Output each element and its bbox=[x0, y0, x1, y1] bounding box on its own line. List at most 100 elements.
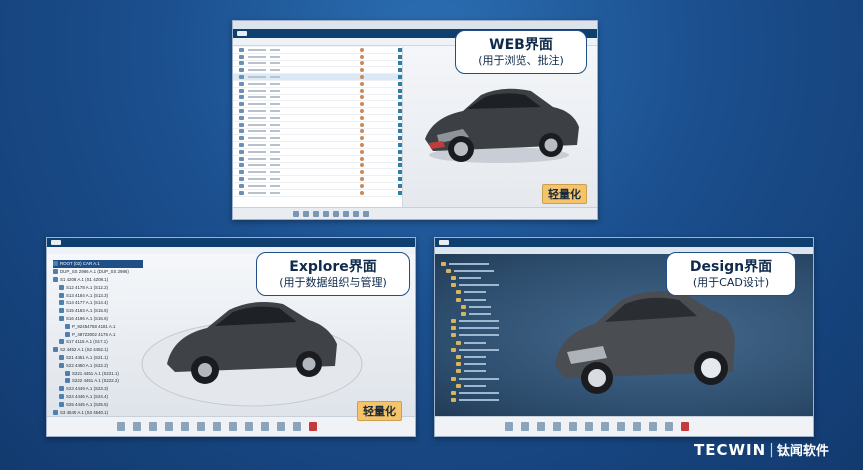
tree-item[interactable]: S14 4177 A.1 (S14.4) bbox=[53, 299, 143, 307]
tree-item[interactable] bbox=[441, 296, 551, 303]
tool-icon[interactable] bbox=[553, 422, 561, 431]
tree-item[interactable]: S12 4178 A.1 (S12.2) bbox=[53, 283, 143, 291]
web-bottom-toolbar[interactable] bbox=[233, 207, 597, 219]
tree-item[interactable] bbox=[441, 289, 551, 296]
tool-icon[interactable] bbox=[165, 422, 173, 431]
tree-item[interactable] bbox=[441, 361, 551, 368]
tool-icon[interactable] bbox=[505, 422, 513, 431]
table-row[interactable] bbox=[233, 108, 402, 115]
table-row[interactable] bbox=[233, 61, 402, 68]
tree-item[interactable]: S16 4196 A.1 (S16.6) bbox=[53, 315, 143, 323]
tree-item[interactable] bbox=[441, 318, 551, 325]
tool-icon[interactable] bbox=[303, 210, 309, 217]
tree-item[interactable]: DUP_SS 2986 A.1 (DUP_SS 2986) bbox=[53, 268, 143, 276]
table-row[interactable] bbox=[233, 115, 402, 122]
tool-icon[interactable] bbox=[293, 422, 301, 431]
table-row[interactable] bbox=[233, 169, 402, 177]
table-row[interactable] bbox=[233, 88, 402, 95]
tree-item[interactable]: S2 4452 A.1 (S2 4452.1) bbox=[53, 346, 143, 354]
tree-item[interactable]: S23 4449 A.1 (S23.3) bbox=[53, 385, 143, 393]
tool-icon[interactable] bbox=[213, 422, 221, 431]
tree-item[interactable]: S1 4208 A.1 (S1 4208.1) bbox=[53, 276, 143, 284]
tool-icon[interactable] bbox=[363, 210, 369, 217]
tool-icon[interactable] bbox=[333, 210, 339, 217]
tree-item[interactable] bbox=[441, 303, 551, 310]
tool-icon[interactable] bbox=[277, 422, 285, 431]
table-row[interactable] bbox=[233, 163, 402, 170]
tree-item[interactable] bbox=[441, 382, 551, 389]
table-row[interactable] bbox=[233, 129, 402, 136]
table-row[interactable] bbox=[233, 101, 402, 109]
tool-icon[interactable] bbox=[229, 422, 237, 431]
explore-callout: Explore界面 (用于数据组织与管理) bbox=[256, 252, 410, 296]
tool-icon[interactable] bbox=[537, 422, 545, 431]
table-row[interactable] bbox=[233, 47, 402, 54]
table-row[interactable] bbox=[233, 74, 402, 81]
tool-icon[interactable] bbox=[521, 422, 529, 431]
tree-item[interactable] bbox=[441, 339, 551, 346]
tree-item[interactable]: S22 4450 A.1 (S22.2) bbox=[53, 361, 143, 369]
callout-title: Explore界面 bbox=[289, 258, 377, 275]
tree-item[interactable]: S221 4451 A.1 (S221.1) bbox=[53, 369, 143, 377]
tool-icon[interactable] bbox=[585, 422, 593, 431]
tree-item[interactable] bbox=[441, 282, 551, 289]
tree-item[interactable]: S25 4445 A.1 (S25.5) bbox=[53, 400, 143, 408]
tree-item[interactable]: S17 4115 A.1 (S17.1) bbox=[53, 338, 143, 346]
tool-icon[interactable] bbox=[617, 422, 625, 431]
tool-icon[interactable] bbox=[633, 422, 641, 431]
table-row[interactable] bbox=[233, 142, 402, 149]
tree-item[interactable]: P_92454758 4181 A.1 bbox=[53, 322, 143, 330]
tree-item[interactable] bbox=[441, 310, 551, 317]
table-row[interactable] bbox=[233, 54, 402, 61]
table-row[interactable] bbox=[233, 135, 402, 143]
tool-icon[interactable] bbox=[117, 422, 125, 431]
tool-icon[interactable] bbox=[261, 422, 269, 431]
tool-icon[interactable] bbox=[569, 422, 577, 431]
browser-tab-bar[interactable] bbox=[233, 21, 597, 29]
tool-icon[interactable] bbox=[149, 422, 157, 431]
table-row[interactable] bbox=[233, 81, 402, 88]
table-row[interactable] bbox=[233, 67, 402, 75]
tree-item[interactable]: S222 4451 A.1 (S222.2) bbox=[53, 377, 143, 385]
tool-icon[interactable] bbox=[293, 210, 299, 217]
tool-icon[interactable] bbox=[665, 422, 673, 431]
tree-item[interactable]: S21 4451 A.1 (S21.1) bbox=[53, 354, 143, 362]
tree-item[interactable] bbox=[441, 346, 551, 353]
close-icon[interactable] bbox=[681, 422, 689, 431]
tree-item[interactable] bbox=[441, 389, 551, 396]
table-row[interactable] bbox=[233, 176, 402, 183]
close-icon[interactable] bbox=[309, 422, 317, 431]
table-row[interactable] bbox=[233, 183, 402, 190]
table-row[interactable] bbox=[233, 95, 402, 102]
tool-icon[interactable] bbox=[133, 422, 141, 431]
tree-item[interactable]: ROOT (02) CAR A.1 bbox=[53, 260, 143, 268]
tree-item[interactable]: S13 4184 A.1 (S13.3) bbox=[53, 291, 143, 299]
design-action-bar[interactable] bbox=[435, 416, 813, 436]
table-row[interactable] bbox=[233, 149, 402, 156]
tree-item[interactable] bbox=[441, 375, 551, 382]
tree-item[interactable] bbox=[441, 368, 551, 375]
tool-icon[interactable] bbox=[343, 210, 349, 217]
tool-icon[interactable] bbox=[197, 422, 205, 431]
tree-item[interactable] bbox=[441, 397, 551, 404]
tool-icon[interactable] bbox=[245, 422, 253, 431]
tree-item[interactable] bbox=[441, 325, 551, 332]
tree-item[interactable] bbox=[441, 260, 551, 267]
table-row[interactable] bbox=[233, 122, 402, 129]
tree-item[interactable] bbox=[441, 332, 551, 339]
tool-icon[interactable] bbox=[601, 422, 609, 431]
tree-item[interactable]: P_48723002 4176 A.1 bbox=[53, 330, 143, 338]
tree-item[interactable]: S3 4540 A.1 (S3 4540.1) bbox=[53, 408, 143, 416]
tool-icon[interactable] bbox=[649, 422, 657, 431]
tool-icon[interactable] bbox=[313, 210, 319, 217]
tree-item[interactable]: S24 4446 A.1 (S24.4) bbox=[53, 393, 143, 401]
tree-item[interactable] bbox=[441, 274, 551, 281]
tree-item[interactable] bbox=[441, 267, 551, 274]
tool-icon[interactable] bbox=[353, 210, 359, 217]
tool-icon[interactable] bbox=[323, 210, 329, 217]
tool-icon[interactable] bbox=[181, 422, 189, 431]
table-row[interactable] bbox=[233, 156, 402, 163]
tree-item[interactable]: S15 4183 A.1 (S15.5) bbox=[53, 307, 143, 315]
tree-item[interactable] bbox=[441, 353, 551, 360]
table-row[interactable] bbox=[233, 190, 402, 197]
